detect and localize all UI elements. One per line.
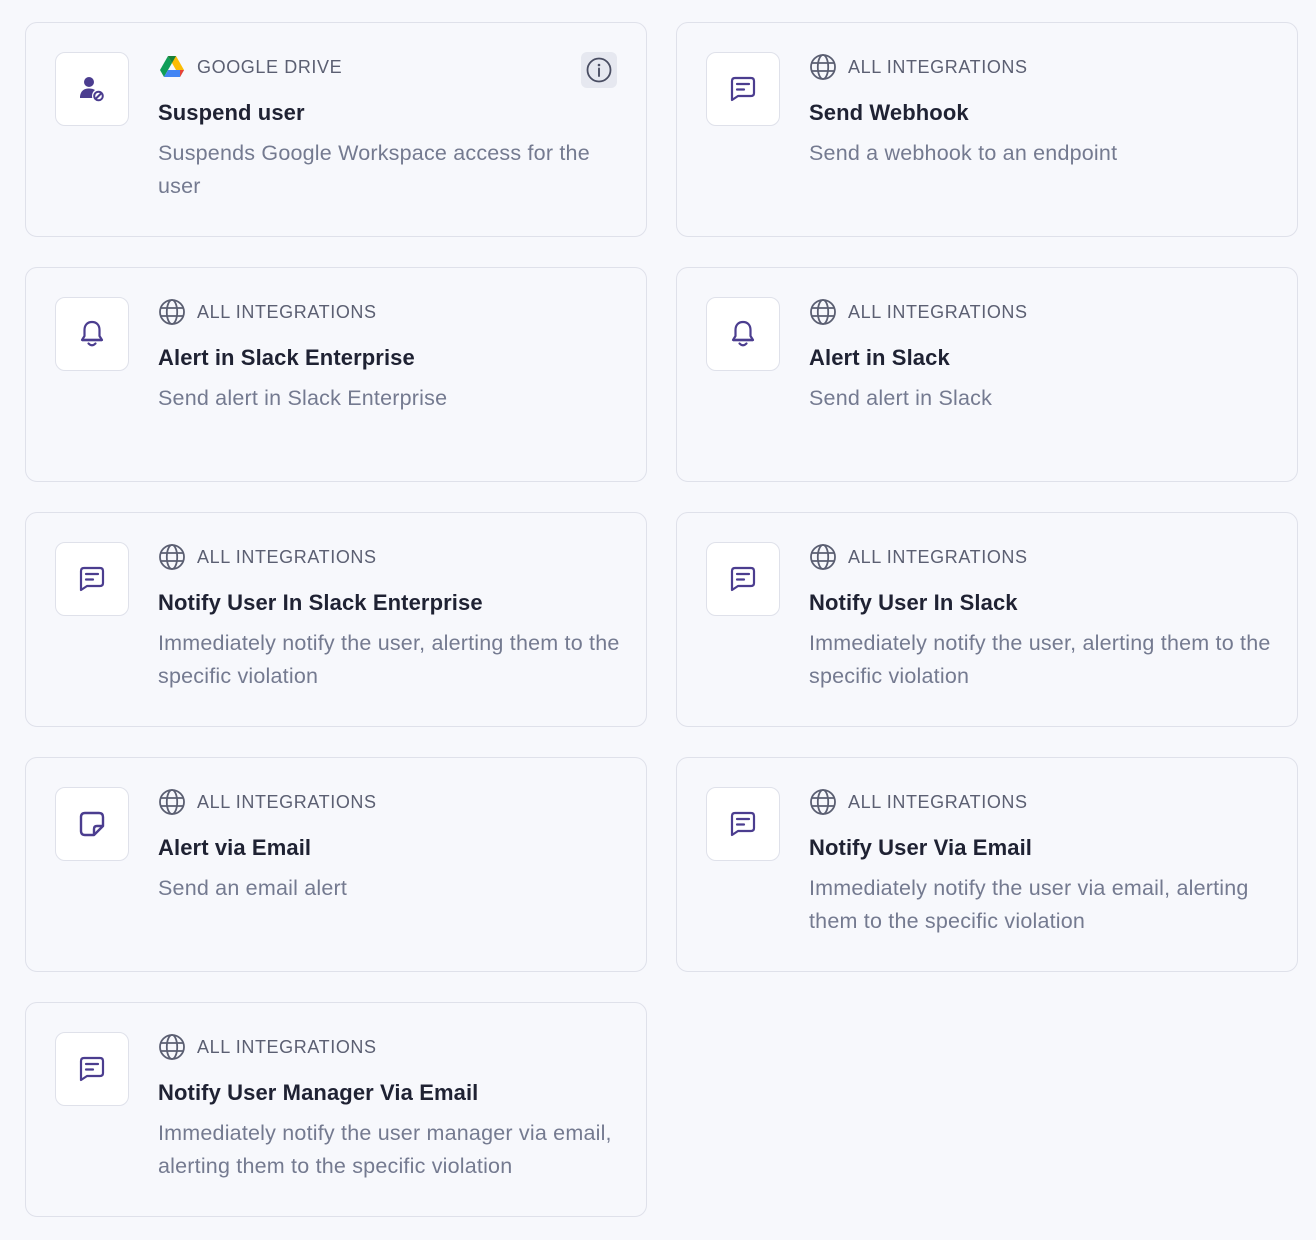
info-icon	[585, 56, 613, 84]
message-icon	[726, 72, 760, 106]
action-icon-box	[55, 1032, 129, 1106]
source-label: ALL INTEGRATIONS	[848, 301, 1028, 322]
bell-icon	[726, 317, 760, 351]
action-content: ALL INTEGRATIONS Notify User In Slack En…	[158, 544, 620, 692]
globe-icon	[809, 788, 837, 816]
action-description: Send an email alert	[158, 876, 348, 900]
source-label: ALL INTEGRATIONS	[197, 546, 377, 567]
action-grid: GOOGLE DRIVE Suspend user Suspends Googl…	[25, 22, 1298, 1217]
source-label: ALL INTEGRATIONS	[197, 301, 377, 322]
action-icon-box	[55, 52, 129, 126]
action-description: Immediately notify the user, alerting th…	[158, 631, 620, 688]
action-title: Alert via Email	[158, 835, 312, 860]
action-content: ALL INTEGRATIONS Notify User In Slack Im…	[809, 544, 1271, 692]
globe-icon	[809, 53, 837, 81]
action-title: Alert in Slack Enterprise	[158, 345, 415, 370]
action-card-alert-slack-enterprise[interactable]: ALL INTEGRATIONS Alert in Slack Enterpri…	[25, 267, 647, 482]
action-title: Send Webhook	[809, 100, 969, 125]
action-icon-box	[55, 787, 129, 861]
action-card-notify-user-slack-enterprise[interactable]: ALL INTEGRATIONS Notify User In Slack En…	[25, 512, 647, 727]
action-description: Suspends Google Workspace access for the…	[158, 141, 590, 198]
action-title: Notify User Via Email	[809, 835, 1033, 860]
action-icon-box	[55, 297, 129, 371]
source-label: ALL INTEGRATIONS	[848, 56, 1028, 77]
action-card-suspend-user[interactable]: GOOGLE DRIVE Suspend user Suspends Googl…	[25, 22, 647, 237]
action-description: Send alert in Slack	[809, 386, 993, 410]
action-source: ALL INTEGRATIONS	[158, 1034, 620, 1060]
action-content: ALL INTEGRATIONS Alert in Slack Enterpri…	[158, 299, 620, 415]
action-card-alert-slack[interactable]: ALL INTEGRATIONS Alert in Slack Send ale…	[676, 267, 1298, 482]
action-description: Send alert in Slack Enterprise	[158, 386, 448, 410]
globe-icon	[158, 788, 186, 816]
source-label: GOOGLE DRIVE	[197, 56, 343, 77]
message-icon	[75, 562, 109, 596]
globe-icon	[809, 543, 837, 571]
action-description: Immediately notify the user via email, a…	[809, 876, 1249, 933]
action-title: Notify User In Slack	[809, 590, 1018, 615]
sticky-note-icon	[75, 807, 109, 841]
google-drive-logo-icon	[158, 53, 186, 81]
action-content: ALL INTEGRATIONS Alert in Slack Send ale…	[809, 299, 1271, 415]
action-content: GOOGLE DRIVE Suspend user Suspends Googl…	[158, 54, 620, 202]
globe-icon	[158, 543, 186, 571]
action-content: ALL INTEGRATIONS Send Webhook Send a web…	[809, 54, 1271, 170]
action-content: ALL INTEGRATIONS Notify User Manager Via…	[158, 1034, 620, 1182]
message-icon	[726, 562, 760, 596]
globe-icon	[809, 298, 837, 326]
action-description: Immediately notify the user manager via …	[158, 1121, 612, 1178]
action-source: ALL INTEGRATIONS	[809, 54, 1271, 80]
globe-icon	[158, 1033, 186, 1061]
source-label: ALL INTEGRATIONS	[197, 791, 377, 812]
bell-icon	[75, 317, 109, 351]
action-source: ALL INTEGRATIONS	[158, 789, 620, 815]
message-icon	[75, 1052, 109, 1086]
source-label: ALL INTEGRATIONS	[848, 546, 1028, 567]
action-card-alert-via-email[interactable]: ALL INTEGRATIONS Alert via Email Send an…	[25, 757, 647, 972]
action-icon-box	[706, 542, 780, 616]
action-content: ALL INTEGRATIONS Notify User Via Email I…	[809, 789, 1271, 937]
source-label: ALL INTEGRATIONS	[848, 791, 1028, 812]
user-block-icon	[75, 72, 109, 106]
info-button[interactable]	[581, 52, 617, 88]
action-card-notify-user-via-email[interactable]: ALL INTEGRATIONS Notify User Via Email I…	[676, 757, 1298, 972]
action-title: Notify User In Slack Enterprise	[158, 590, 483, 615]
action-source: ALL INTEGRATIONS	[158, 299, 620, 325]
action-source: ALL INTEGRATIONS	[809, 789, 1271, 815]
action-card-notify-user-slack[interactable]: ALL INTEGRATIONS Notify User In Slack Im…	[676, 512, 1298, 727]
message-icon	[726, 807, 760, 841]
action-icon-box	[706, 297, 780, 371]
action-source: ALL INTEGRATIONS	[809, 544, 1271, 570]
action-icon-box	[55, 542, 129, 616]
action-title: Notify User Manager Via Email	[158, 1080, 479, 1105]
action-content: ALL INTEGRATIONS Alert via Email Send an…	[158, 789, 620, 905]
source-label: ALL INTEGRATIONS	[197, 1036, 377, 1057]
action-card-send-webhook[interactable]: ALL INTEGRATIONS Send Webhook Send a web…	[676, 22, 1298, 237]
action-title: Suspend user	[158, 100, 305, 125]
action-icon-box	[706, 787, 780, 861]
action-source: ALL INTEGRATIONS	[158, 544, 620, 570]
action-card-notify-user-manager-via-email[interactable]: ALL INTEGRATIONS Notify User Manager Via…	[25, 1002, 647, 1217]
globe-icon	[158, 298, 186, 326]
action-source: GOOGLE DRIVE	[158, 54, 620, 80]
action-description: Immediately notify the user, alerting th…	[809, 631, 1271, 688]
action-icon-box	[706, 52, 780, 126]
action-source: ALL INTEGRATIONS	[809, 299, 1271, 325]
action-title: Alert in Slack	[809, 345, 950, 370]
action-description: Send a webhook to an endpoint	[809, 141, 1118, 165]
